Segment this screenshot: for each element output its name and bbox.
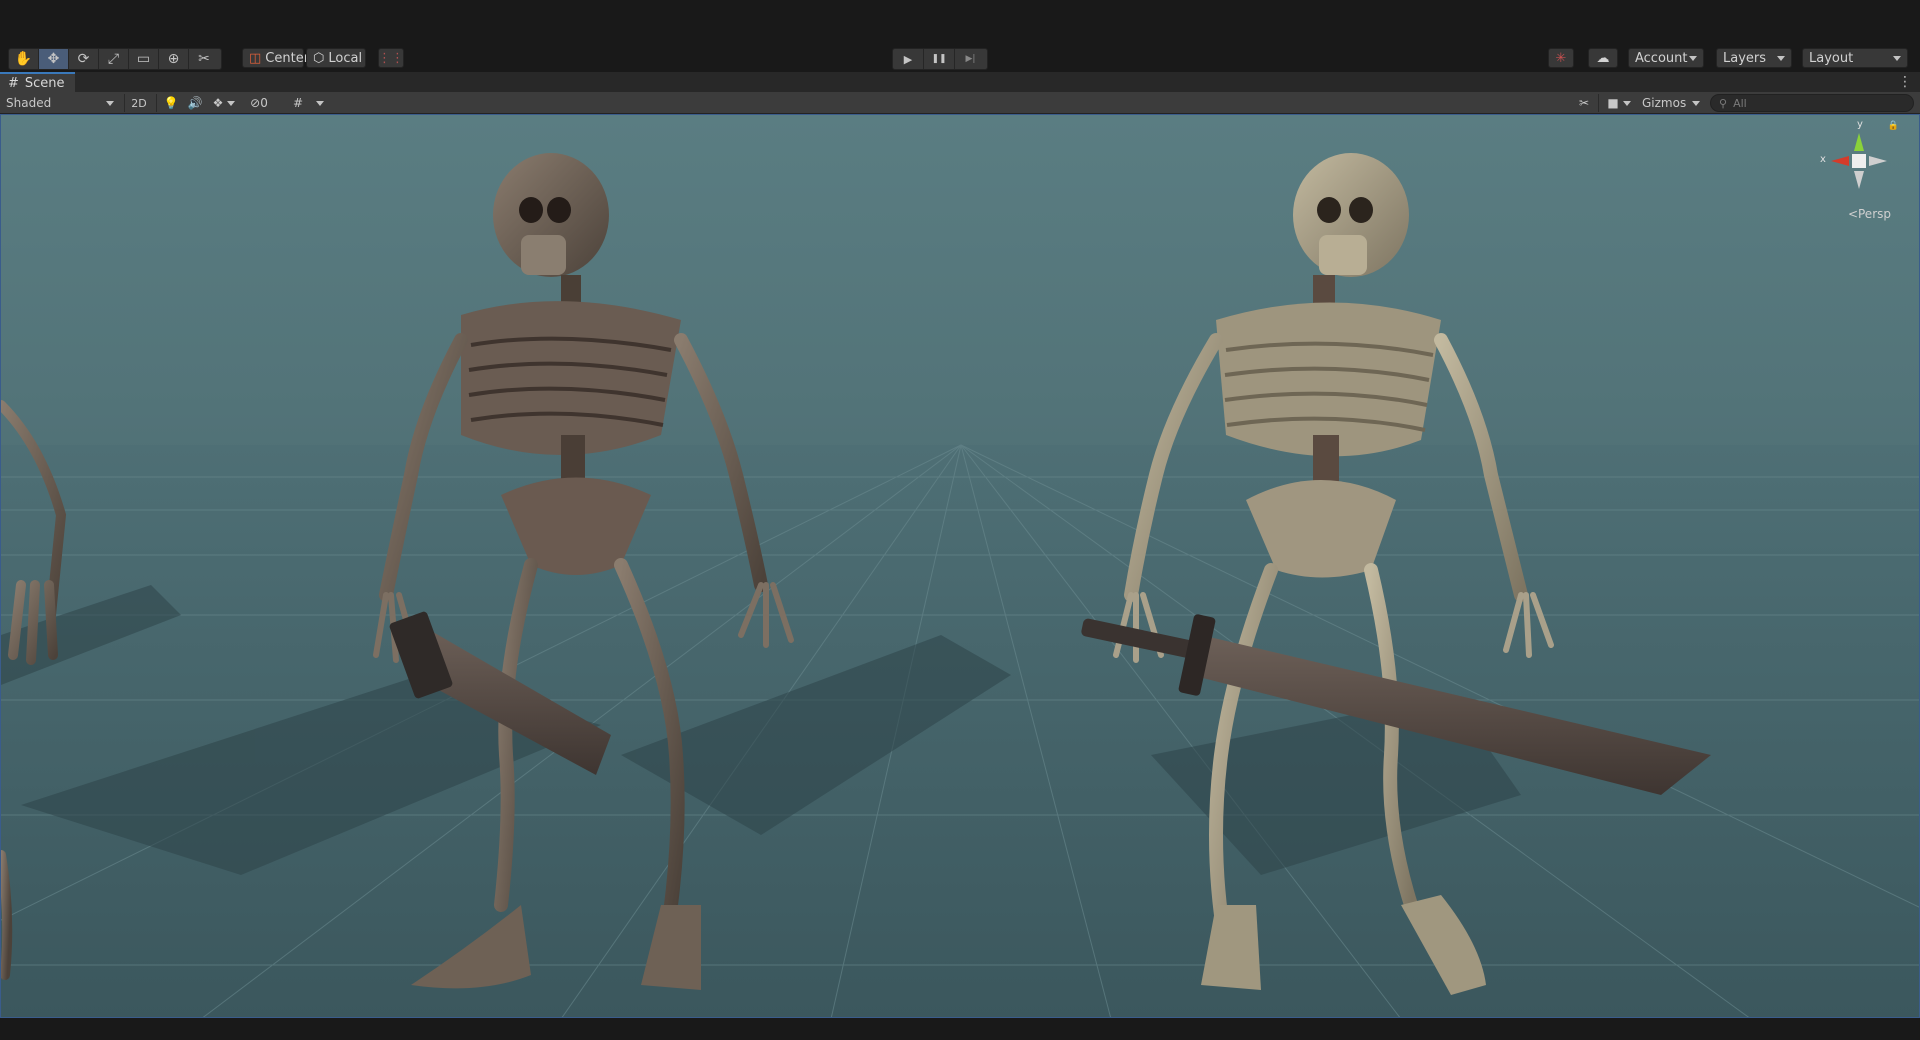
layers-label: Layers	[1723, 50, 1767, 66]
tab-scene[interactable]: # Scene	[0, 72, 75, 92]
divider	[1598, 94, 1599, 112]
custom-tool-icon[interactable]: ✂	[189, 49, 219, 69]
cloud-button[interactable]: ☁	[1588, 48, 1618, 68]
hidden-count: 0	[260, 96, 268, 110]
play-button[interactable]: ▶	[893, 49, 924, 69]
projection-label: Persp	[1858, 207, 1891, 221]
layout-dropdown[interactable]: Layout	[1802, 48, 1908, 68]
grid-snap-button[interactable]: ⋮⋮	[378, 48, 404, 68]
pivot-rotation-button[interactable]: ⬡ Local	[306, 48, 366, 68]
search-icon: ⚲	[1719, 96, 1728, 110]
axis-gizmo-icon	[1831, 133, 1887, 189]
pivot-center-icon: ◫	[249, 50, 262, 66]
draw-mode-dropdown[interactable]: Shaded	[2, 94, 118, 112]
pause-icon: ❚❚	[931, 54, 947, 64]
collab-icon: ✳	[1555, 50, 1567, 66]
scale-tool-icon[interactable]: ⤢	[99, 49, 129, 69]
grid-icon[interactable]: #	[288, 94, 308, 112]
pivot-rotation-label: Local	[328, 50, 363, 66]
play-controls: ▶ ❚❚ ▶|	[892, 48, 988, 70]
chevron-down-icon	[1692, 100, 1700, 106]
step-icon: ▶|	[965, 54, 976, 64]
chevron-down-icon	[316, 100, 324, 106]
rotate-tool-icon[interactable]: ⟳	[69, 49, 99, 69]
draw-mode-label: Shaded	[6, 96, 52, 110]
cloud-icon: ☁	[1596, 50, 1610, 66]
chevron-down-icon	[1893, 55, 1901, 61]
camera-icon[interactable]: ■	[1602, 94, 1636, 112]
account-label: Account	[1635, 50, 1688, 66]
axis-x-label: x	[1820, 154, 1826, 165]
scene-hash-icon: #	[8, 75, 19, 91]
layers-dropdown[interactable]: Layers	[1716, 48, 1792, 68]
tab-menu-icon[interactable]: ⋮	[1898, 74, 1912, 90]
account-dropdown[interactable]: Account	[1628, 48, 1704, 68]
toggle-2d-button[interactable]: 2D	[128, 94, 150, 112]
chevron-down-icon	[106, 100, 114, 106]
pause-button[interactable]: ❚❚	[924, 49, 955, 69]
collab-button[interactable]: ✳	[1548, 48, 1574, 68]
projection-toggle[interactable]: <Persp	[1848, 207, 1891, 221]
chevron-down-icon	[1689, 55, 1697, 61]
chevron-down-icon	[1777, 55, 1785, 61]
chevron-down-icon	[227, 100, 236, 106]
tools-icon[interactable]: ✂	[1574, 94, 1594, 112]
effects-icon[interactable]: ❖	[210, 94, 238, 112]
axis-y-label: y	[1857, 119, 1863, 130]
light-bulb-icon[interactable]: 💡	[160, 94, 182, 112]
pivot-mode-label: Center	[265, 50, 310, 66]
main-toolbar: ✋ ✥ ⟳ ⤢ ▭ ⊕ ✂ ◫ Center ⬡ Local ⋮⋮ ▶ ❚❚ ▶…	[0, 46, 1920, 70]
divider	[124, 94, 125, 112]
persp-arrow-icon: <	[1847, 207, 1858, 221]
title-bar	[0, 0, 1920, 46]
scene-viewport[interactable]: y x 🔒 <Persp	[0, 114, 1920, 1018]
chevron-down-icon	[1622, 100, 1631, 106]
play-icon: ▶	[903, 52, 913, 66]
step-button[interactable]: ▶|	[955, 49, 986, 69]
lock-icon[interactable]: 🔒	[1888, 121, 1899, 131]
scene-tab-strip: # Scene ⋮	[0, 72, 1920, 92]
gizmos-dropdown[interactable]: Gizmos	[1638, 94, 1704, 112]
rect-tool-icon[interactable]: ▭	[129, 49, 159, 69]
scene-render	[1, 153, 1919, 1017]
hand-tool-icon[interactable]: ✋	[9, 49, 39, 69]
move-tool-icon[interactable]: ✥	[39, 49, 69, 69]
scene-visibility-button[interactable]: ⊘ 0	[242, 94, 276, 112]
tab-scene-label: Scene	[24, 75, 65, 91]
audio-icon[interactable]: 🔊	[184, 94, 206, 112]
gizmos-label: Gizmos	[1642, 96, 1687, 110]
cube-icon: ⬡	[313, 50, 325, 66]
pivot-mode-button[interactable]: ◫ Center	[242, 48, 309, 68]
grid-options-dropdown[interactable]	[312, 94, 328, 112]
grid-snap-icon: ⋮⋮	[378, 50, 404, 66]
eye-slash-icon: ⊘	[250, 96, 261, 110]
status-bar	[0, 1018, 1920, 1040]
hierarchy-search-input[interactable]: ⚲ All	[1710, 94, 1914, 112]
divider	[156, 94, 157, 112]
scene-view-toolbar: Shaded 2D 💡 🔊 ❖ ⊘ 0 # ✂ ■ Gizmos ⚲ All	[0, 92, 1920, 114]
transform-tool-icon[interactable]: ⊕	[159, 49, 189, 69]
transform-tools: ✋ ✥ ⟳ ⤢ ▭ ⊕ ✂	[8, 48, 222, 70]
layout-label: Layout	[1809, 50, 1854, 66]
search-placeholder: All	[1733, 96, 1747, 110]
